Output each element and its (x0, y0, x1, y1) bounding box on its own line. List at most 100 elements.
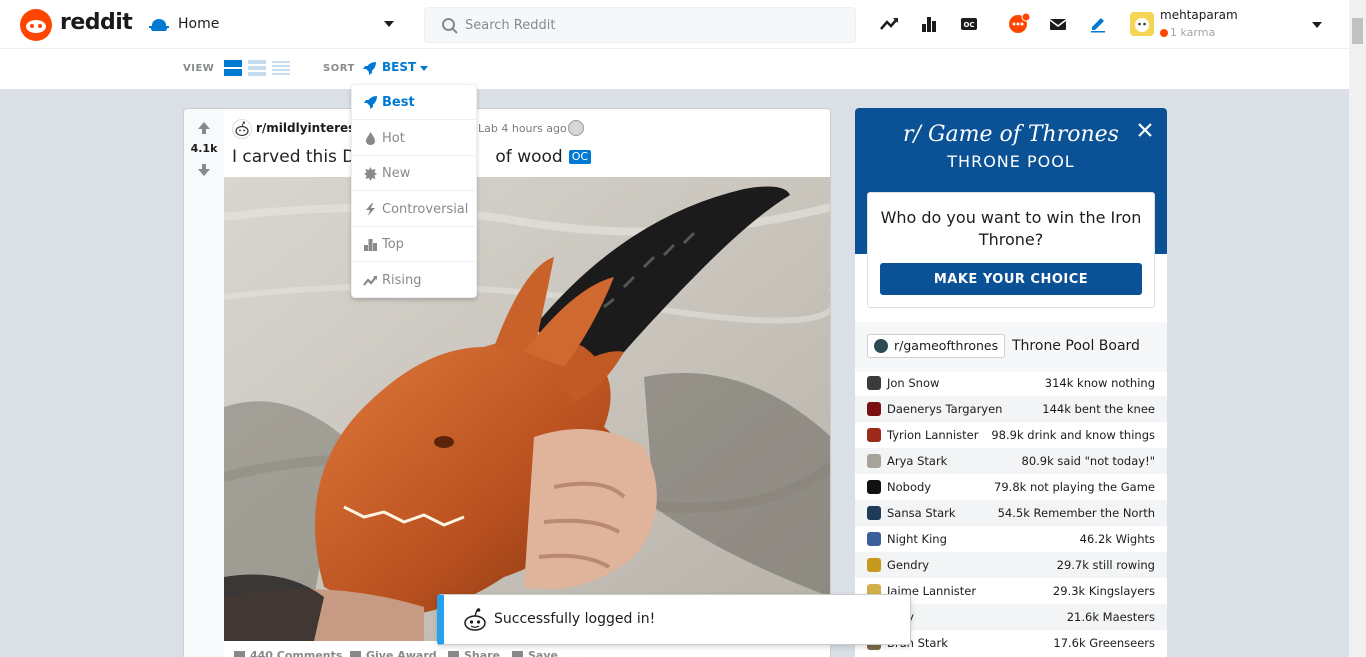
subreddit-link[interactable]: r/mildlyinteresti (256, 121, 365, 135)
share-icon (448, 650, 459, 657)
reddit-wordmark[interactable]: reddit (60, 10, 133, 35)
rising-icon (363, 276, 377, 286)
house-sigil-icon (867, 402, 881, 416)
mail-icon[interactable] (1048, 14, 1068, 34)
board-row: Nobody 79.8k not playing the Game (855, 474, 1167, 500)
board-row: Arya Stark 80.9k said "not today!" (855, 448, 1167, 474)
login-toast: Successfully logged in! (437, 594, 911, 645)
karma-icon (1160, 29, 1168, 37)
sort-label: SORT (323, 63, 355, 74)
board-row: Tyrion Lannister 98.9k drink and know thi… (855, 422, 1167, 448)
view-label: VIEW (183, 63, 215, 74)
sort-option-hot[interactable]: Hot (352, 121, 476, 156)
candidate-votes: 29.7k still rowing (1056, 558, 1155, 572)
subreddit-link[interactable]: r/gameofthrones (867, 334, 1006, 358)
save-button[interactable]: Save (512, 649, 558, 657)
subreddit-icon[interactable] (232, 119, 252, 139)
rocket-icon (363, 62, 376, 75)
svg-text:OC: OC (963, 21, 974, 29)
candidate-votes: 80.9k said "not today!" (1021, 454, 1156, 468)
vote-score: 4.1k (190, 142, 218, 155)
downvote-icon[interactable] (197, 163, 211, 177)
sort-option-controversial[interactable]: Controversial (352, 192, 476, 227)
flame-icon (366, 132, 375, 145)
throne-pool-board-header: r/gameofthrones Throne Pool Board (855, 322, 1167, 372)
close-icon[interactable] (1135, 120, 1155, 140)
house-sigil-icon (867, 506, 881, 520)
all-icon[interactable] (919, 14, 939, 34)
sort-option-best[interactable]: Best (352, 85, 476, 120)
page-scrollbar[interactable] (1349, 0, 1366, 657)
silver-award-icon (568, 120, 584, 136)
candidate-name: Nobody (887, 480, 932, 494)
create-post-icon[interactable] (1088, 14, 1108, 34)
toast-message: Successfully logged in! (494, 611, 656, 627)
scrollbar-thumb[interactable] (1352, 18, 1363, 44)
throne-pool-card: Who do you want to win the Iron Throne? … (867, 192, 1155, 308)
board-title: Throne Pool Board (1012, 338, 1140, 354)
candidate-name: Tyrion Lannister (887, 428, 979, 442)
board-row: Night King 46.2k Wights (855, 526, 1167, 552)
candidate-votes: 144k bent the knee (1042, 402, 1155, 416)
search-input[interactable] (465, 8, 845, 42)
candidate-votes: 314k know nothing (1044, 376, 1155, 390)
rocket-icon (364, 96, 377, 109)
candidate-votes: 54.5k Remember the North (997, 506, 1155, 520)
candidate-votes: 21.6k Maesters (1066, 610, 1155, 624)
popular-icon[interactable] (879, 14, 899, 34)
chevron-down-icon (384, 21, 394, 27)
comment-icon (234, 650, 245, 657)
lightning-icon (366, 203, 375, 216)
widget-subtitle: THRONE POOL (947, 152, 1075, 171)
sort-menu: Best Hot New Controversial Top Rising (351, 84, 477, 298)
house-sigil-icon (867, 558, 881, 572)
house-sigil-icon (867, 428, 881, 442)
search-icon (442, 18, 458, 34)
post-image[interactable] (224, 177, 830, 641)
feed-selector-label: Home (178, 16, 220, 32)
karma-count: 1 karma (1160, 26, 1215, 39)
throne-pool-widget: r/ Game of Thrones THRONE POOL Who do yo… (855, 108, 1167, 657)
sort-option-rising[interactable]: Rising (352, 263, 476, 298)
candidate-name: Arya Stark (887, 454, 948, 468)
new-icon (364, 167, 377, 181)
share-button[interactable]: Share (448, 649, 500, 657)
avatar (1130, 12, 1154, 36)
give-award-button[interactable]: Give Award (350, 649, 437, 657)
board-row: Jon Snow 314k know nothing (855, 370, 1167, 396)
posted-by: Lab 4 hours ago (478, 122, 567, 135)
oc-flair: OC (568, 150, 592, 164)
save-icon (512, 650, 523, 657)
view-classic-icon[interactable] (248, 60, 266, 76)
community-icon[interactable]: OC (959, 14, 979, 34)
sort-current-label: BEST (382, 60, 417, 74)
top-header: reddit Home OC (0, 0, 1349, 49)
comments-button[interactable]: 440 Comments (234, 649, 342, 657)
board-row: Gendry 29.7k still rowing (855, 552, 1167, 578)
top-icon (364, 239, 377, 251)
vote-column: 4.1k (184, 109, 224, 657)
more-options-button[interactable]: ... (568, 649, 581, 657)
reddit-logo-icon[interactable] (20, 9, 52, 41)
house-sigil-icon (867, 454, 881, 468)
candidate-name: Sansa Stark (887, 506, 956, 520)
home-icon (149, 19, 169, 31)
candidate-votes: 46.2k Wights (1079, 532, 1155, 546)
candidate-votes: 29.3k Kingslayers (1052, 584, 1155, 598)
view-compact-icon[interactable] (272, 60, 290, 76)
feed-selector[interactable]: Home (148, 12, 398, 38)
candidate-votes: 79.8k not playing the Game (994, 480, 1155, 494)
chat-icon[interactable] (1007, 12, 1033, 36)
post-card[interactable]: 4.1k r/mildlyinteresti Lab 4 hours ago I… (183, 108, 831, 657)
house-sigil-icon (867, 480, 881, 494)
award-icon (350, 650, 361, 657)
search-bar[interactable] (424, 7, 856, 43)
upvote-icon[interactable] (197, 121, 211, 135)
snoo-icon (464, 608, 486, 631)
view-card-icon[interactable] (224, 60, 242, 76)
sort-option-new[interactable]: New (352, 156, 476, 191)
sort-option-top[interactable]: Top (352, 227, 476, 262)
candidate-votes: 17.6k Greenseers (1053, 636, 1155, 650)
user-menu[interactable]: mehtaparam 1 karma (1128, 6, 1328, 42)
make-your-choice-button[interactable]: MAKE YOUR CHOICE (880, 263, 1142, 295)
